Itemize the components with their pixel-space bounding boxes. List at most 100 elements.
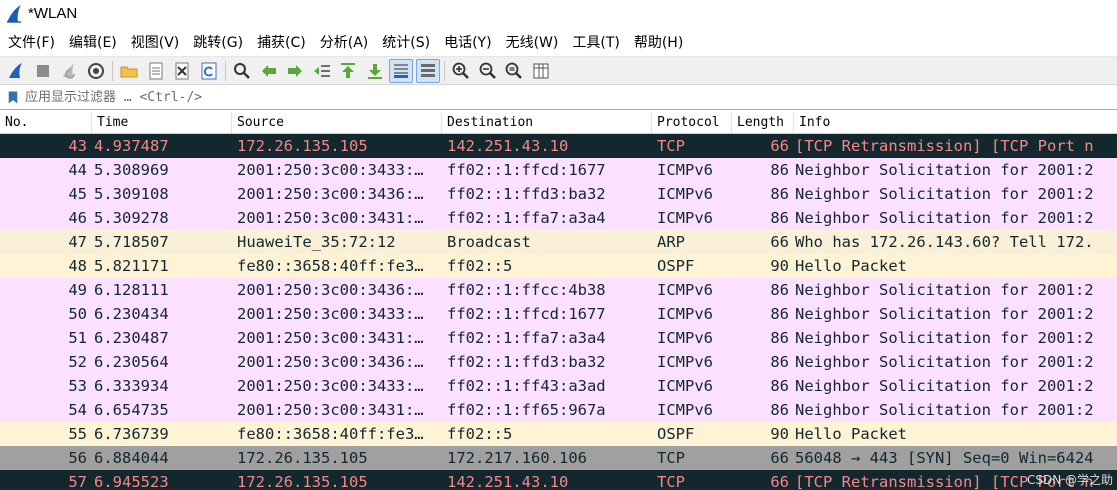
packet-row[interactable]: 47 5.718507 HuaweiTe_35:72:12 Broadcast ARP 6… bbox=[0, 230, 1117, 254]
packet-length: 86 bbox=[770, 209, 789, 227]
zoom-normal-icon[interactable] bbox=[502, 59, 526, 83]
packet-length: 66 bbox=[770, 137, 789, 155]
menu-capture[interactable]: 捕获(C) bbox=[250, 31, 313, 55]
packet-row[interactable]: 52 6.230564 2001:250:3c00:3436:… ff02::1:ff… bbox=[0, 350, 1117, 374]
find-packet-icon[interactable] bbox=[230, 59, 254, 83]
menu-tools[interactable]: 工具(T) bbox=[565, 31, 626, 55]
packet-no: 53 bbox=[68, 377, 87, 395]
packet-row[interactable]: 55 6.736739 fe80::3658:40ff:fe3… ff02::5 OSP… bbox=[0, 422, 1117, 446]
packet-length: 86 bbox=[770, 377, 789, 395]
packet-length: 86 bbox=[770, 281, 789, 299]
menu-go[interactable]: 跳转(G) bbox=[186, 31, 250, 55]
toolbar-separator bbox=[444, 60, 445, 81]
packet-destination: ff02::1:ffcc:4b38 bbox=[447, 281, 606, 299]
packet-time: 5.308969 bbox=[94, 161, 169, 179]
packet-no: 43 bbox=[68, 137, 87, 155]
go-to-packet-icon[interactable] bbox=[310, 59, 334, 83]
packet-row[interactable]: 44 5.308969 2001:250:3c00:3433:… ff02::1:ff… bbox=[0, 158, 1117, 182]
save-file-icon[interactable] bbox=[144, 59, 168, 83]
packet-row[interactable]: 54 6.654735 2001:250:3c00:3431:… ff02::1:ff… bbox=[0, 398, 1117, 422]
packet-protocol: ICMPv6 bbox=[657, 329, 713, 347]
column-length[interactable]: Length bbox=[732, 112, 794, 133]
restart-capture-icon[interactable] bbox=[57, 59, 81, 83]
packet-protocol: TCP bbox=[657, 473, 685, 490]
packet-length: 66 bbox=[770, 473, 789, 490]
packet-no: 45 bbox=[68, 185, 87, 203]
packet-row[interactable]: 45 5.309108 2001:250:3c00:3436:… ff02::1:ff… bbox=[0, 182, 1117, 206]
resize-columns-icon[interactable] bbox=[529, 59, 553, 83]
packet-row[interactable]: 57 6.945523 172.26.135.105 142.251.43.10 TCP… bbox=[0, 470, 1117, 490]
packet-row[interactable]: 49 6.128111 2001:250:3c00:3436:… ff02::1:ff… bbox=[0, 278, 1117, 302]
menu-help[interactable]: 帮助(H) bbox=[627, 31, 690, 55]
packet-no: 52 bbox=[68, 353, 87, 371]
column-time[interactable]: Time bbox=[92, 112, 232, 133]
packet-source: 2001:250:3c00:3431:… bbox=[237, 401, 424, 419]
packet-row[interactable]: 43 4.937487 172.26.135.105 142.251.43.10 TCP… bbox=[0, 134, 1117, 158]
packet-protocol: ARP bbox=[657, 233, 685, 251]
reload-icon[interactable] bbox=[197, 59, 221, 83]
go-back-icon[interactable] bbox=[257, 59, 281, 83]
packet-source: 2001:250:3c00:3433:… bbox=[237, 161, 424, 179]
menu-file[interactable]: 文件(F) bbox=[1, 31, 62, 55]
column-info[interactable]: Info bbox=[794, 112, 1117, 133]
wireshark-fin-icon bbox=[4, 4, 24, 24]
menu-edit[interactable]: 编辑(E) bbox=[62, 31, 124, 55]
packet-row[interactable]: 51 6.230487 2001:250:3c00:3431:… ff02::1:ff… bbox=[0, 326, 1117, 350]
packet-time: 6.736739 bbox=[94, 425, 169, 443]
menu-view[interactable]: 视图(V) bbox=[124, 31, 187, 55]
packet-destination: ff02::1:ffcd:1677 bbox=[447, 305, 606, 323]
packet-source: 172.26.135.105 bbox=[237, 449, 368, 467]
packet-no: 44 bbox=[68, 161, 87, 179]
packet-time: 5.309278 bbox=[94, 209, 169, 227]
packet-time: 6.333934 bbox=[94, 377, 169, 395]
packet-time: 6.230487 bbox=[94, 329, 169, 347]
packet-protocol: ICMPv6 bbox=[657, 161, 713, 179]
column-protocol[interactable]: Protocol bbox=[652, 112, 732, 133]
packet-length: 86 bbox=[770, 353, 789, 371]
packet-row[interactable]: 48 5.821171 fe80::3658:40ff:fe3… ff02::5 OSP… bbox=[0, 254, 1117, 278]
packet-info: Neighbor Solicitation for 2001:2 bbox=[795, 209, 1094, 227]
display-filter-input[interactable] bbox=[22, 86, 1117, 108]
window-title: *WLAN bbox=[28, 5, 78, 22]
packet-info: Neighbor Solicitation for 2001:2 bbox=[795, 377, 1094, 395]
packet-row[interactable]: 53 6.333934 2001:250:3c00:3433:… ff02::1:ff… bbox=[0, 374, 1117, 398]
capture-options-icon[interactable] bbox=[84, 59, 108, 83]
start-capture-icon[interactable] bbox=[4, 59, 28, 83]
zoom-in-icon[interactable] bbox=[449, 59, 473, 83]
auto-scroll-icon[interactable] bbox=[389, 58, 413, 83]
packet-source: fe80::3658:40ff:fe3… bbox=[237, 257, 424, 275]
packet-info: Neighbor Solicitation for 2001:2 bbox=[795, 329, 1094, 347]
column-destination[interactable]: Destination bbox=[442, 112, 652, 133]
go-first-icon[interactable] bbox=[336, 59, 360, 83]
go-last-icon[interactable] bbox=[363, 59, 387, 83]
menu-telephony[interactable]: 电话(Y) bbox=[437, 31, 498, 55]
packet-row[interactable]: 50 6.230434 2001:250:3c00:3433:… ff02::1:ff… bbox=[0, 302, 1117, 326]
column-source[interactable]: Source bbox=[232, 112, 442, 133]
packet-source: 2001:250:3c00:3431:… bbox=[237, 209, 424, 227]
menu-statistics[interactable]: 统计(S) bbox=[375, 31, 437, 55]
packet-length: 90 bbox=[770, 425, 789, 443]
zoom-out-icon[interactable] bbox=[476, 59, 500, 83]
packet-protocol: ICMPv6 bbox=[657, 401, 713, 419]
open-file-icon[interactable] bbox=[117, 59, 141, 83]
packet-info: [TCP Retransmission] [TCP Port n bbox=[795, 137, 1094, 155]
packet-row[interactable]: 46 5.309278 2001:250:3c00:3431:… ff02::1:ff… bbox=[0, 206, 1117, 230]
menu-bar: 文件(F) 编辑(E) 视图(V) 跳转(G) 捕获(C) 分析(A) 统计(S… bbox=[0, 30, 1117, 56]
menu-wireless[interactable]: 无线(W) bbox=[499, 31, 566, 55]
stop-capture-icon[interactable] bbox=[31, 59, 55, 83]
packet-time: 6.230434 bbox=[94, 305, 169, 323]
packet-source: 2001:250:3c00:3433:… bbox=[237, 305, 424, 323]
packet-time: 6.230564 bbox=[94, 353, 169, 371]
colorize-icon[interactable] bbox=[415, 58, 440, 83]
column-no[interactable]: No. bbox=[0, 112, 92, 133]
packet-row[interactable]: 56 6.884044 172.26.135.105 172.217.160.106 T… bbox=[0, 446, 1117, 470]
menu-analyze[interactable]: 分析(A) bbox=[313, 31, 376, 55]
packet-no: 50 bbox=[68, 305, 87, 323]
packet-destination: ff02::1:ffa7:a3a4 bbox=[447, 329, 606, 347]
packet-no: 57 bbox=[68, 473, 87, 490]
close-file-icon[interactable] bbox=[170, 59, 194, 83]
filter-bookmark-icon[interactable] bbox=[4, 88, 22, 106]
go-forward-icon[interactable] bbox=[283, 59, 307, 83]
packet-info: Neighbor Solicitation for 2001:2 bbox=[795, 161, 1094, 179]
packet-time: 5.821171 bbox=[94, 257, 169, 275]
